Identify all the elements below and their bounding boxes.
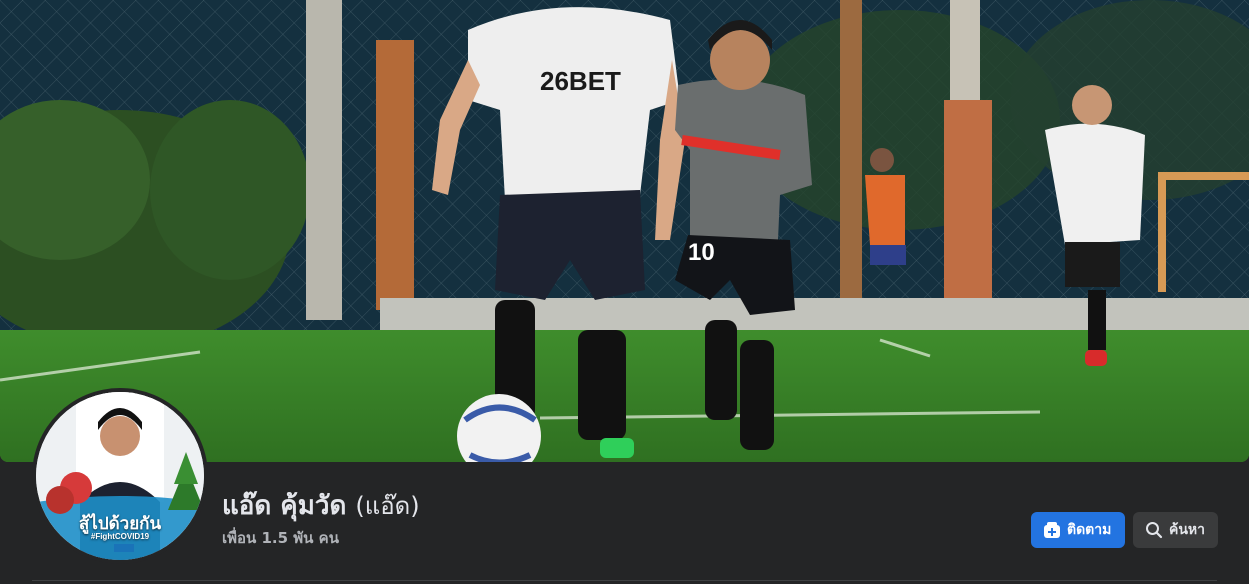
profile-name: แอ๊ด คุ้มวัด (แอ๊ด) [222, 488, 420, 524]
follow-plus-icon [1043, 521, 1061, 539]
search-icon [1145, 521, 1163, 539]
profile-name-block: แอ๊ด คุ้มวัด (แอ๊ด) เพื่อน 1.5 พัน คน [222, 488, 420, 550]
profile-actions: ติดตาม ค้นหา [1031, 512, 1218, 548]
avatar-frame-hashtag: #FightCOVID19 [90, 532, 150, 541]
avatar-image: สู้ไปด้วยกัน #FightCOVID19 [36, 392, 204, 560]
profile-alternate-name: (แอ๊ด) [355, 492, 420, 520]
search-button-label: ค้นหา [1169, 522, 1206, 538]
profile-display-name: แอ๊ด คุ้มวัด [222, 491, 347, 521]
profile-avatar[interactable]: สู้ไปด้วยกัน #FightCOVID19 [32, 388, 208, 564]
follow-button[interactable]: ติดตาม [1031, 512, 1125, 548]
header-divider [32, 580, 1217, 581]
svg-text:26BET: 26BET [540, 66, 621, 96]
search-button[interactable]: ค้นหา [1133, 512, 1218, 548]
svg-text:10: 10 [688, 239, 715, 266]
profile-page: 26BET 10 สู้ไปด้วยกัน #FightCOVID19 แอ๊ด… [0, 0, 1249, 584]
follow-button-label: ติดตาม [1067, 522, 1112, 538]
friends-count[interactable]: เพื่อน 1.5 พัน คน [222, 526, 420, 550]
